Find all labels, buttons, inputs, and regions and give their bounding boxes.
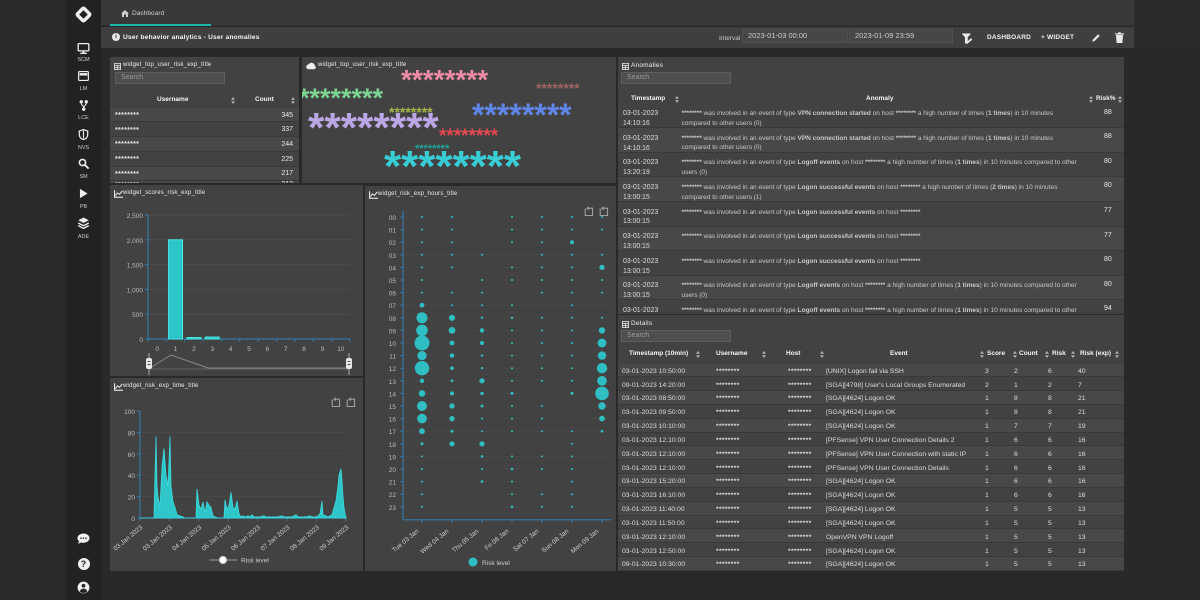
svg-text:05: 05 <box>389 278 397 285</box>
svg-text:0: 0 <box>155 346 159 353</box>
svg-text:3: 3 <box>210 346 214 353</box>
svg-text:22: 22 <box>389 492 397 499</box>
svg-text:4: 4 <box>229 346 233 353</box>
svg-text:Sun 08 Jan: Sun 08 Jan <box>541 528 571 555</box>
svg-text:08 Jan 2023: 08 Jan 2023 <box>289 524 321 553</box>
svg-text:17: 17 <box>389 429 397 436</box>
svg-text:15: 15 <box>389 404 397 411</box>
svg-text:80: 80 <box>128 430 136 437</box>
svg-text:02: 02 <box>389 240 397 247</box>
svg-text:00: 00 <box>389 215 397 222</box>
svg-text:Tue 03 Jan: Tue 03 Jan <box>391 528 421 554</box>
svg-text:23: 23 <box>389 505 397 512</box>
svg-text:21: 21 <box>389 480 397 487</box>
svg-text:07 Jan 2023: 07 Jan 2023 <box>260 524 292 553</box>
svg-text:08: 08 <box>389 316 397 323</box>
svg-text:14: 14 <box>389 391 397 398</box>
svg-text:Risk level: Risk level <box>241 558 269 565</box>
svg-text:20: 20 <box>389 467 397 474</box>
svg-text:04: 04 <box>389 265 397 272</box>
svg-text:Mon 09 Jan: Mon 09 Jan <box>570 528 601 555</box>
svg-text:100: 100 <box>124 409 135 416</box>
svg-text:7: 7 <box>284 346 288 353</box>
svg-text:13: 13 <box>389 379 397 386</box>
svg-text:03 Jan 2023: 03 Jan 2023 <box>112 524 144 553</box>
svg-text:1,500: 1,500 <box>127 263 144 270</box>
svg-text:10: 10 <box>337 346 345 353</box>
svg-text:Sat 07 Jan: Sat 07 Jan <box>512 528 541 554</box>
svg-text:06: 06 <box>389 291 397 298</box>
svg-text:05 Jan 2023: 05 Jan 2023 <box>201 524 233 553</box>
svg-text:1,000: 1,000 <box>127 287 144 294</box>
svg-text:1: 1 <box>174 346 178 353</box>
svg-text:9: 9 <box>321 346 325 353</box>
svg-text:11: 11 <box>389 354 396 361</box>
svg-text:2,000: 2,000 <box>127 238 144 245</box>
svg-text:03: 03 <box>389 253 397 260</box>
svg-text:40: 40 <box>128 473 136 480</box>
svg-text:16: 16 <box>389 417 397 424</box>
svg-text:Thu 05 Jan: Thu 05 Jan <box>451 528 481 555</box>
svg-text:01: 01 <box>389 228 397 235</box>
svg-text:20: 20 <box>128 495 136 502</box>
svg-text:8: 8 <box>302 346 306 353</box>
svg-text:18: 18 <box>389 442 397 449</box>
svg-text:Wed 04 Jan: Wed 04 Jan <box>419 528 450 556</box>
svg-text:500: 500 <box>132 312 143 319</box>
svg-text:12: 12 <box>389 366 397 373</box>
svg-text:04 Jan 2023: 04 Jan 2023 <box>171 524 203 553</box>
svg-text:6: 6 <box>266 346 270 353</box>
svg-text:60: 60 <box>128 452 136 459</box>
svg-text:09: 09 <box>389 328 397 335</box>
svg-text:2: 2 <box>192 346 196 353</box>
svg-text:10: 10 <box>389 341 397 348</box>
svg-text:Fri 06 Jan: Fri 06 Jan <box>484 528 511 552</box>
svg-text:0: 0 <box>139 337 143 344</box>
svg-text:19: 19 <box>389 454 397 461</box>
svg-text:2,500: 2,500 <box>127 213 144 220</box>
svg-text:09 Jan 2023: 09 Jan 2023 <box>318 524 350 553</box>
svg-text:06 Jan 2023: 06 Jan 2023 <box>230 524 262 553</box>
svg-text:03 Jan 2023: 03 Jan 2023 <box>142 524 174 553</box>
svg-text:07: 07 <box>389 303 397 310</box>
svg-text:Risk level: Risk level <box>482 560 510 567</box>
svg-text:0: 0 <box>131 516 135 523</box>
svg-text:5: 5 <box>247 346 251 353</box>
